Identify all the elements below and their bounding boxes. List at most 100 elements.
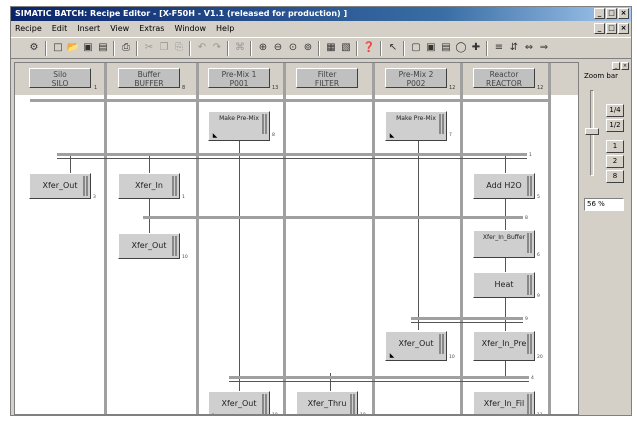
tool-icon[interactable]: ⚙	[27, 41, 41, 55]
close-button[interactable]: ×	[618, 8, 629, 19]
step-xfer-in-buffer[interactable]: Xfer_In	[118, 173, 180, 199]
zoom-quarter-button[interactable]: 1/4	[606, 104, 624, 117]
cut-icon[interactable]: ✂	[142, 41, 156, 55]
unit-filter-name: Filter	[317, 70, 337, 79]
find-icon[interactable]: ⌘	[233, 41, 247, 55]
menu-extras[interactable]: Extras	[138, 22, 165, 36]
unit-reactor[interactable]: Reactor REACTOR	[473, 68, 535, 88]
new-icon[interactable]: □	[51, 41, 65, 55]
zoom-slider-thumb[interactable]	[585, 128, 599, 135]
step-heat[interactable]: Heat	[473, 272, 535, 298]
menu-edit[interactable]: Edit	[51, 22, 69, 36]
unit-premix-2-id: P002	[406, 79, 426, 88]
insert-step-icon[interactable]: ▢	[409, 41, 423, 55]
unit-silo-mark: 1	[94, 85, 98, 91]
zoom-8x-button[interactable]: 8	[606, 170, 624, 183]
step-tag: 10	[360, 413, 366, 414]
unit-buffer-mark: 8	[182, 85, 186, 91]
grid-icon[interactable]: ▧	[339, 41, 353, 55]
step-tag: 5	[537, 195, 540, 200]
flag-icon: ◣	[212, 132, 218, 139]
unit-filter[interactable]: Filter FILTER	[296, 68, 358, 88]
zoom-panel-close-button[interactable]: ×	[621, 62, 629, 70]
toolbar: ⚙ □ 📂 ▣ ▤ ⎙ ✂ ❐ ⎘ ↶ ↷ ⌘ ⊕ ⊖ ⊙ ⊚ ▦ ▧ ❓ ↖ …	[11, 37, 631, 59]
step-make-premix-1[interactable]: Make Pre-Mix ◣	[208, 111, 270, 141]
step-tag: 10	[182, 255, 188, 260]
undo-icon[interactable]: ↶	[195, 41, 209, 55]
minimize-button[interactable]: _	[594, 8, 605, 19]
step-xfer-out-silo[interactable]: Xfer_Out	[29, 173, 91, 199]
step-xfer-in-pre[interactable]: Xfer_In_Pre	[473, 331, 535, 361]
insert-sync-icon[interactable]: ▤	[439, 41, 453, 55]
step-xfer-out-buffer[interactable]: Xfer_Out	[118, 233, 180, 259]
unit-silo-id: SILO	[51, 79, 69, 88]
zoom-panel-title: Zoom bar	[584, 72, 619, 80]
zoom-panel-minimize-button[interactable]: _	[612, 62, 620, 70]
doc-close-button[interactable]: ×	[618, 23, 629, 34]
zoom-2x-button[interactable]: 2	[606, 155, 624, 168]
paste-icon[interactable]: ⎘	[172, 41, 186, 55]
insert-transition-icon[interactable]: ▣	[424, 41, 438, 55]
step-label: Xfer_In	[135, 181, 163, 190]
pointer-icon[interactable]: ↖	[386, 41, 400, 55]
step-make-premix-2[interactable]: Make Pre-Mix ◣	[385, 111, 447, 141]
unit-silo[interactable]: Silo SILO	[29, 68, 91, 88]
doc-minimize-button[interactable]: _	[594, 23, 605, 34]
step-tag: 11	[537, 413, 543, 414]
menu-view[interactable]: View	[109, 22, 130, 36]
insert-loop-icon[interactable]: ◯	[454, 41, 468, 55]
step-label: Xfer_Out	[131, 241, 167, 250]
unit-premix-1[interactable]: Pre-Mix 1 P001	[208, 68, 270, 88]
zoom-1x-button[interactable]: 1	[606, 140, 624, 153]
step-label: Xfer_In_Buffer	[482, 234, 526, 241]
step-tag: 8	[272, 133, 275, 138]
window-title: SIMATIC BATCH: Recipe Editor - [X-F50H -…	[15, 9, 348, 18]
menu-help[interactable]: Help	[215, 22, 235, 36]
zoom-percent-field[interactable]: 56 %	[584, 198, 624, 211]
split-icon[interactable]: ⇔	[522, 41, 536, 55]
step-label: Xfer_Out	[398, 339, 434, 348]
step-label: Xfer_Thru	[307, 399, 347, 408]
step-xfer-out-premix-1[interactable]: Xfer_Out ◣	[208, 391, 270, 415]
step-tag: 10	[272, 413, 278, 414]
menu-recipe[interactable]: Recipe	[14, 22, 43, 36]
save-icon[interactable]: ▣	[81, 41, 95, 55]
merge-icon[interactable]: ⇵	[507, 41, 521, 55]
zoom-fit-icon[interactable]: ⊙	[286, 41, 300, 55]
flag-icon: ◣	[211, 413, 219, 415]
insert-branch-icon[interactable]: ✚	[469, 41, 483, 55]
step-xfer-out-premix-2[interactable]: Xfer_Out ◣	[385, 331, 447, 361]
properties-icon[interactable]: ▤	[96, 41, 110, 55]
unit-buffer[interactable]: Buffer BUFFER	[118, 68, 180, 88]
zoom-half-button[interactable]: 1/2	[606, 119, 624, 132]
copy-icon[interactable]: ❐	[157, 41, 171, 55]
layout-icon[interactable]: ▦	[324, 41, 338, 55]
recipe-canvas[interactable]: Silo SILO 1 Buffer BUFFER 8 Pre-Mix 1 P001 …	[14, 62, 579, 415]
step-xfer-thru[interactable]: Xfer_Thru	[296, 391, 358, 414]
help-icon[interactable]: ❓	[362, 41, 376, 55]
zoom-in-icon[interactable]: ⊕	[256, 41, 270, 55]
zoom-out-icon[interactable]: ⊖	[271, 41, 285, 55]
step-tag: 7	[449, 133, 452, 138]
sync-mark: 4	[531, 376, 534, 381]
print-icon[interactable]: ⎙	[119, 41, 133, 55]
arrow-icon[interactable]: ⇒	[537, 41, 551, 55]
doc-restore-button[interactable]: □	[606, 23, 617, 34]
menu-insert[interactable]: Insert	[76, 22, 101, 36]
step-label: Add H2O	[486, 181, 522, 190]
step-xfer-in-buffer-reactor[interactable]: Xfer_In_Buffer	[473, 230, 535, 258]
menu-window[interactable]: Window	[173, 22, 207, 36]
step-add-h2o[interactable]: Add H2O	[473, 173, 535, 199]
unit-premix-2[interactable]: Pre-Mix 2 P002	[385, 68, 447, 88]
step-xfer-in-fil[interactable]: Xfer_In_Fil	[473, 391, 535, 414]
redo-icon[interactable]: ↷	[210, 41, 224, 55]
zoom-area-icon[interactable]: ⊚	[301, 41, 315, 55]
step-label: Xfer_Out	[42, 181, 78, 190]
unit-reactor-id: REACTOR	[486, 79, 522, 88]
flag-icon: ◣	[389, 352, 395, 359]
step-tag: 10	[449, 355, 455, 360]
maximize-button[interactable]: □	[606, 8, 617, 19]
flag-icon: ◣	[389, 132, 395, 139]
open-icon[interactable]: 📂	[66, 41, 80, 55]
align-icon[interactable]: ≡	[492, 41, 506, 55]
